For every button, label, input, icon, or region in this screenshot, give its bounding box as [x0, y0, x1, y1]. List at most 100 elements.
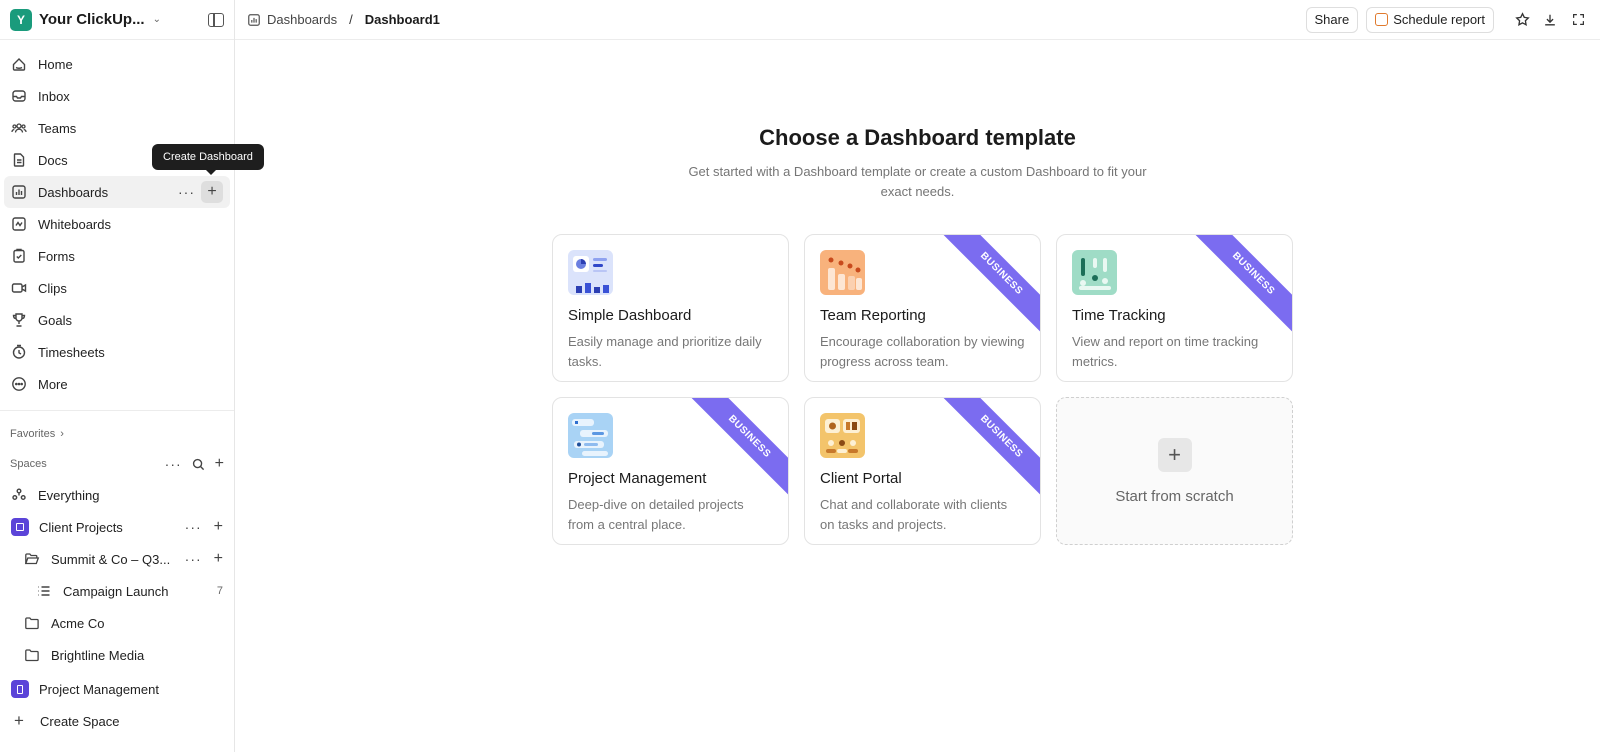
- spaces-label: Spaces: [10, 458, 47, 470]
- chevron-down-icon[interactable]: ⌄: [153, 14, 161, 25]
- download-icon[interactable]: [1540, 10, 1560, 30]
- card-title: Simple Dashboard: [568, 307, 692, 324]
- nav-label: Whiteboards: [38, 216, 111, 232]
- add-space-icon[interactable]: +: [215, 455, 224, 473]
- nav-item-goals[interactable]: Goals: [4, 304, 230, 336]
- space-badge-icon: [11, 518, 29, 536]
- favorites-section[interactable]: Favorites ›: [0, 419, 234, 449]
- schedule-report-button[interactable]: Schedule report: [1366, 6, 1494, 33]
- main-content: Choose a Dashboard template Get started …: [235, 41, 1600, 752]
- workspace-header[interactable]: Y Your ClickUp... ⌄: [0, 0, 234, 40]
- nav-label: Home: [38, 56, 73, 72]
- folder-label: Acme Co: [51, 615, 105, 631]
- share-button[interactable]: Share: [1305, 6, 1359, 33]
- nav-item-dashboards[interactable]: Dashboards ··· +: [4, 176, 230, 208]
- spaces-actions: ··· +: [165, 455, 224, 473]
- card-description: View and report on time tracking metrics…: [1072, 334, 1259, 369]
- schedule-label: Schedule report: [1393, 12, 1485, 27]
- folder-open-icon: [24, 551, 40, 567]
- card-description: Easily manage and prioritize daily tasks…: [568, 334, 762, 369]
- plus-icon: +: [14, 711, 24, 730]
- spaces-more-icon[interactable]: ···: [165, 457, 182, 471]
- workspace-name[interactable]: Your ClickUp...: [39, 11, 145, 28]
- create-space-button[interactable]: + Create Space: [0, 705, 234, 737]
- folder-label: Brightline Media: [51, 647, 145, 663]
- chevron-right-icon: ›: [60, 428, 64, 440]
- space-label: Project Management: [39, 681, 159, 697]
- top-actions: Share Schedule report: [1305, 6, 1588, 33]
- folder-summit[interactable]: Summit & Co – Q3... ··· +: [0, 543, 234, 575]
- card-description: Encourage collaboration by viewing progr…: [820, 334, 1025, 369]
- nav-item-timesheets[interactable]: Timesheets: [4, 336, 230, 368]
- breadcrumb-current[interactable]: Dashboard1: [365, 12, 440, 27]
- create-dashboard-button[interactable]: +: [201, 181, 223, 203]
- space-label: Everything: [38, 487, 100, 503]
- more-options-icon[interactable]: ···: [178, 185, 195, 199]
- nav-item-inbox[interactable]: Inbox: [4, 80, 230, 112]
- nav-label: Dashboards: [38, 184, 109, 200]
- time-tracking-thumbnail-icon: [1072, 250, 1117, 295]
- nav-label: Inbox: [38, 88, 70, 104]
- project-management-thumbnail-icon: [568, 413, 613, 458]
- timesheets-icon: [11, 344, 27, 360]
- nav-label: Clips: [38, 280, 67, 296]
- sidebar-divider: [0, 410, 234, 411]
- folder-brightline[interactable]: Brightline Media: [0, 639, 234, 671]
- home-icon: [11, 56, 27, 72]
- space-badge-icon: [11, 680, 29, 698]
- dashboards-actions: ··· +: [178, 181, 223, 203]
- card-title: Client Portal: [820, 470, 902, 487]
- add-icon[interactable]: +: [214, 550, 223, 568]
- folder-label: Summit & Co – Q3...: [51, 551, 171, 567]
- breadcrumb-dashboards[interactable]: Dashboards: [267, 12, 337, 27]
- sidebar: Y Your ClickUp... ⌄ Home Inbox Teams Doc…: [0, 0, 264, 752]
- template-card-time-tracking[interactable]: Time Tracking View and report on time tr…: [1056, 234, 1293, 382]
- template-card-project-management[interactable]: Project Management Deep-dive on detailed…: [552, 397, 789, 545]
- teams-icon: [11, 120, 27, 136]
- add-icon[interactable]: +: [214, 518, 223, 536]
- nav-item-teams[interactable]: Teams: [4, 112, 230, 144]
- create-space-label: Create Space: [40, 713, 120, 729]
- card-title: Team Reporting: [820, 307, 926, 324]
- list-campaign-launch[interactable]: Campaign Launch 7: [0, 575, 234, 607]
- nav-label: Docs: [38, 152, 68, 168]
- template-card-team-reporting[interactable]: Team Reporting Encourage collaboration b…: [804, 234, 1041, 382]
- nav-item-clips[interactable]: Clips: [4, 272, 230, 304]
- template-card-simple-dashboard[interactable]: Simple Dashboard Easily manage and prior…: [552, 234, 789, 382]
- list-label: Campaign Launch: [63, 583, 169, 599]
- task-count: 7: [216, 585, 223, 597]
- template-card-client-portal[interactable]: Client Portal Chat and collaborate with …: [804, 397, 1041, 545]
- share-label: Share: [1314, 12, 1350, 27]
- breadcrumb: Dashboards / Dashboard1: [247, 12, 440, 27]
- team-reporting-thumbnail-icon: [820, 250, 865, 295]
- start-from-scratch-card[interactable]: + Start from scratch: [1056, 397, 1293, 545]
- nav-item-forms[interactable]: Forms: [4, 240, 230, 272]
- folder-acme[interactable]: Acme Co: [0, 607, 234, 639]
- nav-label: Timesheets: [38, 344, 105, 360]
- simple-dashboard-thumbnail-icon: [568, 250, 613, 295]
- workspace-avatar[interactable]: Y: [10, 8, 32, 31]
- everything-icon: [11, 487, 27, 503]
- list-icon: [36, 583, 52, 599]
- card-description: Chat and collaborate with clients on tas…: [820, 497, 1008, 532]
- nav-label: More: [38, 376, 68, 392]
- fullscreen-icon[interactable]: [1568, 10, 1588, 30]
- top-bar: Dashboards / Dashboard1 Share Schedule r…: [235, 0, 1600, 40]
- dashboards-icon: [248, 13, 260, 26]
- more-options-icon[interactable]: ···: [185, 520, 202, 534]
- nav-item-whiteboards[interactable]: Whiteboards: [4, 208, 230, 240]
- nav-item-home[interactable]: Home: [4, 48, 230, 80]
- star-icon[interactable]: [1512, 10, 1532, 30]
- page-subtitle: Get started with a Dashboard template or…: [688, 164, 1147, 199]
- space-project-management[interactable]: Project Management: [0, 673, 234, 705]
- more-options-icon[interactable]: ···: [185, 552, 202, 566]
- nav-item-more[interactable]: More: [4, 368, 230, 400]
- dashboards-icon: [11, 184, 27, 200]
- space-everything[interactable]: Everything: [0, 479, 234, 511]
- client-portal-thumbnail-icon: [820, 413, 865, 458]
- collapse-sidebar-icon[interactable]: [208, 12, 224, 27]
- card-title: Project Management: [568, 470, 707, 487]
- nav-label: Teams: [38, 120, 77, 136]
- space-client-projects[interactable]: Client Projects ··· +: [0, 511, 234, 543]
- search-icon[interactable]: [192, 458, 205, 471]
